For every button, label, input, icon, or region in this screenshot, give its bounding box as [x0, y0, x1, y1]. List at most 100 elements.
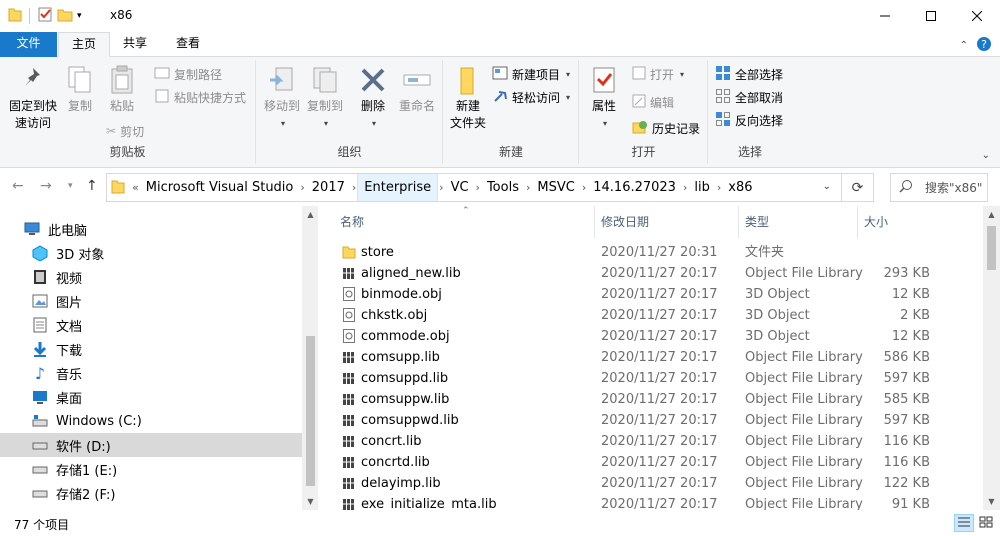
file-name: commode.obj — [361, 329, 450, 344]
nav-item-downloads[interactable]: 下载 — [0, 337, 302, 361]
help-icon[interactable]: ? — [976, 36, 992, 55]
table-row[interactable]: comsuppd.lib 2020/11/27 20:17 Object File … — [320, 368, 980, 389]
expand-ribbon-icon[interactable]: ⌄ — [982, 150, 990, 161]
up-arrow-icon[interactable]: ↑ — [86, 178, 98, 194]
search-input[interactable]: 搜索"x86" — [890, 173, 988, 202]
breadcrumb-item[interactable]: lib — [688, 174, 715, 201]
customize-qat-icon[interactable]: ▾ — [77, 11, 82, 21]
tab-file[interactable]: 文件 — [0, 32, 57, 57]
nav-item-3d-objects[interactable]: 3D 对象 — [0, 241, 302, 265]
table-row[interactable]: commode.obj 2020/11/27 20:17 3D Object 12 K… — [320, 326, 980, 347]
table-row[interactable]: aligned_new.lib 2020/11/27 20:17 Object Fi… — [320, 263, 980, 284]
column-header-size[interactable]: 大小 — [858, 206, 940, 238]
breadcrumb-item[interactable]: 2017 — [306, 174, 351, 201]
close-button[interactable] — [954, 0, 1000, 32]
breadcrumb-item[interactable]: VC — [445, 174, 475, 201]
table-row[interactable]: exe_initialize_mta.lib 2020/11/27 20:17 Ob… — [320, 494, 980, 510]
invert-selection-button[interactable]: 反向选择 — [715, 110, 783, 130]
breadcrumb-item[interactable]: 14.16.27023 — [587, 174, 682, 201]
edit-button[interactable]: 编辑 — [632, 92, 674, 112]
refresh-button[interactable]: ⟳ — [842, 173, 874, 202]
properties-icon[interactable] — [37, 6, 53, 25]
nav-item-documents[interactable]: 文档 — [0, 313, 302, 337]
column-header-type[interactable]: 类型 — [739, 206, 858, 238]
file-scrollbar[interactable]: ▲ ▼ — [983, 206, 1000, 510]
table-row[interactable]: concrtd.lib 2020/11/27 20:17 Object File L… — [320, 452, 980, 473]
file-date: 2020/11/27 20:17 — [601, 455, 718, 470]
delete-button[interactable]: 删除 ▾ — [355, 64, 391, 132]
file-name: comsuppw.lib — [361, 392, 450, 407]
nav-item-drive-f[interactable]: 存储2 (F:) — [0, 481, 302, 505]
table-row[interactable]: store 2020/11/27 20:31 文件夹 — [320, 242, 980, 263]
tab-home[interactable]: 主页 — [58, 32, 111, 58]
new-item-button[interactable]: 新建项目 ▾ — [492, 64, 570, 84]
nav-item-music[interactable]: ♪ 音乐 — [0, 361, 302, 385]
breadcrumb-item[interactable]: Tools — [481, 174, 525, 201]
new-folder-button[interactable]: 新建 文件夹 — [448, 64, 488, 132]
nav-scrollbar-thumb[interactable] — [306, 336, 315, 486]
forward-arrow-icon[interactable]: → — [40, 178, 52, 194]
library-file-icon — [342, 371, 356, 385]
back-arrow-icon[interactable]: ← — [12, 178, 24, 194]
scroll-up-icon[interactable]: ▲ — [983, 206, 1000, 223]
scroll-up-icon[interactable]: ▲ — [302, 206, 318, 223]
nav-item-this-pc[interactable]: 此电脑 — [0, 217, 302, 241]
breadcrumb-item[interactable]: MSVC — [531, 174, 580, 201]
address-dropdown-icon[interactable]: ⌄ — [823, 181, 831, 192]
tab-share[interactable]: 共享 — [110, 32, 160, 57]
breadcrumb-item[interactable]: Microsoft Visual Studio — [140, 174, 300, 201]
select-all-button[interactable]: 全部选择 — [715, 64, 783, 84]
column-header-name[interactable]: 名称 — [334, 206, 595, 238]
address-box[interactable]: « Microsoft Visual Studio › 2017 › Enter… — [106, 173, 842, 202]
minimize-button[interactable] — [862, 0, 908, 32]
nav-item-drive-c[interactable]: Windows (C:) — [0, 409, 302, 433]
table-row[interactable]: comsuppwd.lib 2020/11/27 20:17 Object File… — [320, 410, 980, 431]
table-row[interactable]: chkstk.obj 2020/11/27 20:17 3D Object 2 KB — [320, 305, 980, 326]
open-button[interactable]: 打开 ▾ — [632, 64, 684, 84]
rename-button[interactable]: 重命名 — [395, 64, 439, 115]
paste-button[interactable]: 粘贴 — [104, 64, 140, 115]
scroll-down-icon[interactable]: ▼ — [302, 493, 318, 510]
ribbon: 固定到快 速访问 复制 粘贴 复制路径 粘贴快捷方式 ✂ 剪切 剪贴板 移动到 — [0, 57, 1000, 168]
delete-icon — [357, 64, 389, 96]
select-none-button[interactable]: 全部取消 — [715, 87, 783, 107]
nav-item-drive-d[interactable]: 软件 (D:) — [0, 433, 302, 457]
nav-scrollbar[interactable]: ▲ ▼ — [302, 206, 318, 510]
column-header-date[interactable]: 修改日期 — [595, 206, 739, 238]
tab-view[interactable]: 查看 — [163, 32, 213, 57]
nav-item-desktop[interactable]: 桌面 — [0, 385, 302, 409]
details-view-button[interactable] — [954, 514, 974, 532]
pin-quick-access-button[interactable]: 固定到快 速访问 — [6, 64, 60, 132]
copy-path-button[interactable]: 复制路径 — [154, 64, 222, 84]
cut-button[interactable]: ✂ 剪切 — [106, 121, 144, 141]
recent-locations-icon[interactable]: ▾ — [68, 181, 73, 191]
nav-item-pictures[interactable]: 图片 — [0, 289, 302, 313]
nav-item-videos[interactable]: 视频 — [0, 265, 302, 289]
file-scrollbar-thumb[interactable] — [987, 226, 996, 270]
large-icons-view-button[interactable] — [976, 514, 996, 532]
table-row[interactable]: concrt.lib 2020/11/27 20:17 Object File Li… — [320, 431, 980, 452]
maximize-button[interactable] — [908, 0, 954, 32]
easy-access-button[interactable]: 轻松访问 ▾ — [492, 87, 570, 107]
scroll-down-icon[interactable]: ▼ — [983, 493, 1000, 510]
table-row[interactable]: comsuppw.lib 2020/11/27 20:17 Object File … — [320, 389, 980, 410]
history-icon — [632, 120, 648, 137]
library-file-icon — [342, 497, 356, 510]
table-row[interactable]: delayimp.lib 2020/11/27 20:17 Object File … — [320, 473, 980, 494]
copy-to-button[interactable]: 复制到 ▾ — [305, 64, 345, 132]
nav-item-drive-e[interactable]: 存储1 (E:) — [0, 457, 302, 481]
history-button[interactable]: 历史记录 — [632, 118, 700, 138]
file-name: comsuppd.lib — [361, 371, 449, 386]
breadcrumb-overflow[interactable]: « — [131, 181, 140, 194]
paste-shortcut-button[interactable]: 粘贴快捷方式 — [154, 87, 246, 107]
copy-button[interactable]: 复制 — [62, 64, 98, 115]
table-row[interactable]: comsupp.lib 2020/11/27 20:17 Object File L… — [320, 347, 980, 368]
breadcrumb-item[interactable]: Enterprise — [357, 174, 439, 201]
properties-button[interactable]: 属性 ▾ — [586, 64, 622, 132]
breadcrumb-item[interactable]: x86 — [722, 174, 758, 201]
table-row[interactable]: binmode.obj 2020/11/27 20:17 3D Object 12 K… — [320, 284, 980, 305]
file-size: 91 KB — [891, 497, 930, 510]
collapse-ribbon-icon[interactable]: ⌃ — [960, 40, 968, 51]
move-to-button[interactable]: 移动到 ▾ — [261, 64, 303, 132]
new-folder-icon[interactable] — [57, 6, 73, 25]
